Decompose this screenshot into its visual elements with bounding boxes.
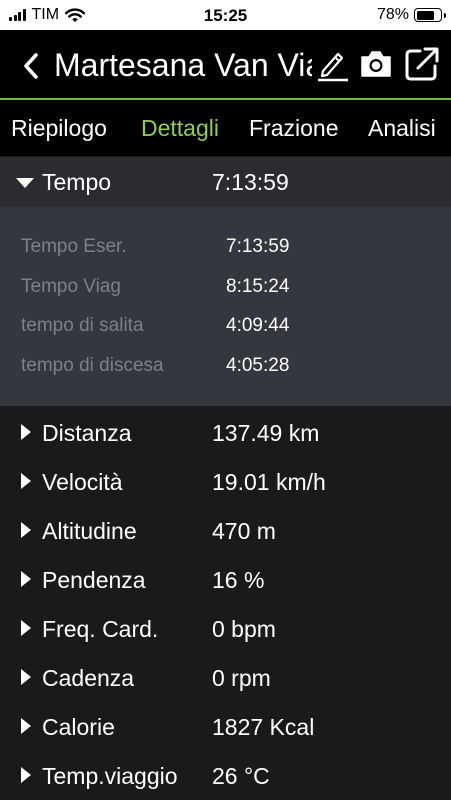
row-label: Temp.viaggio [42,763,178,789]
status-right: 78% [376,6,446,24]
row-altitudine[interactable]: Altitudine 470 m [0,505,451,554]
row-value: 137.49 km [212,420,320,446]
row-label: Distanza [42,420,132,446]
caret-right-icon [21,424,31,440]
back-icon[interactable] [20,52,42,80]
caret-right-icon [21,571,31,587]
tempo-details: Tempo Eser. 7:13:59 Tempo Viag 8:15:24 t… [0,207,451,406]
row-label: Altitudine [42,518,137,544]
row-label: Velocità [42,469,123,495]
tab-riepilogo[interactable]: Riepilogo [11,115,107,142]
tab-bar: Riepilogo Dettagli Frazione Analisi [0,100,451,156]
tempo-row[interactable]: Tempo 7:13:59 [0,157,451,207]
status-bar: TIM 15:25 78% [0,0,451,30]
row-temp-viaggio[interactable]: Temp.viaggio 26 °C [0,750,451,799]
tempo-label: Tempo [42,169,112,195]
detail-value: 8:15:24 [226,276,290,297]
caret-right-icon [21,620,31,636]
battery-icon [414,8,446,22]
nav-bar: Martesana Van Viaggio [0,30,451,98]
battery-percent: 78% [376,6,409,23]
tab-frazione[interactable]: Frazione [249,115,338,142]
row-value: 1827 Kcal [212,714,315,740]
detail-label: tempo di discesa [21,355,164,376]
caret-down-icon [16,178,34,188]
page-title: Martesana Van Viaggio [54,47,312,83]
caret-right-icon [21,718,31,734]
row-value: 0 bpm [212,616,276,642]
row-label: Freq. Card. [42,616,159,642]
detail-value: 7:13:59 [226,236,290,257]
detail-label: Tempo Eser. [21,236,127,257]
caret-right-icon [21,522,31,538]
share-icon[interactable] [404,46,440,82]
detail-label: tempo di salita [21,315,144,336]
row-cadenza[interactable]: Cadenza 0 rpm [0,652,451,701]
row-calorie[interactable]: Calorie 1827 Kcal [0,701,451,750]
row-value: 16 % [212,567,265,593]
detail-value: 4:09:44 [226,315,290,336]
row-value: 470 m [212,518,276,544]
row-pendenza[interactable]: Pendenza 16 % [0,554,451,603]
row-label: Calorie [42,714,115,740]
tab-dettagli[interactable]: Dettagli [141,115,219,142]
caret-right-icon [21,473,31,489]
detail-label: Tempo Viag [21,276,121,297]
caret-right-icon [21,669,31,685]
row-label: Pendenza [42,567,146,593]
row-value: 19.01 km/h [212,469,326,495]
row-value: 0 rpm [212,665,271,691]
caret-right-icon [21,767,31,783]
edit-icon[interactable] [314,46,350,82]
tempo-value: 7:13:59 [212,169,289,195]
tab-analisi[interactable]: Analisi [368,115,436,142]
camera-icon[interactable] [358,46,394,82]
row-distanza[interactable]: Distanza 137.49 km [0,407,451,456]
detail-value: 4:05:28 [226,355,290,376]
row-freq-card[interactable]: Freq. Card. 0 bpm [0,603,451,652]
row-label: Cadenza [42,665,135,691]
row-velocita[interactable]: Velocità 19.01 km/h [0,456,451,505]
row-value: 26 °C [212,763,270,789]
